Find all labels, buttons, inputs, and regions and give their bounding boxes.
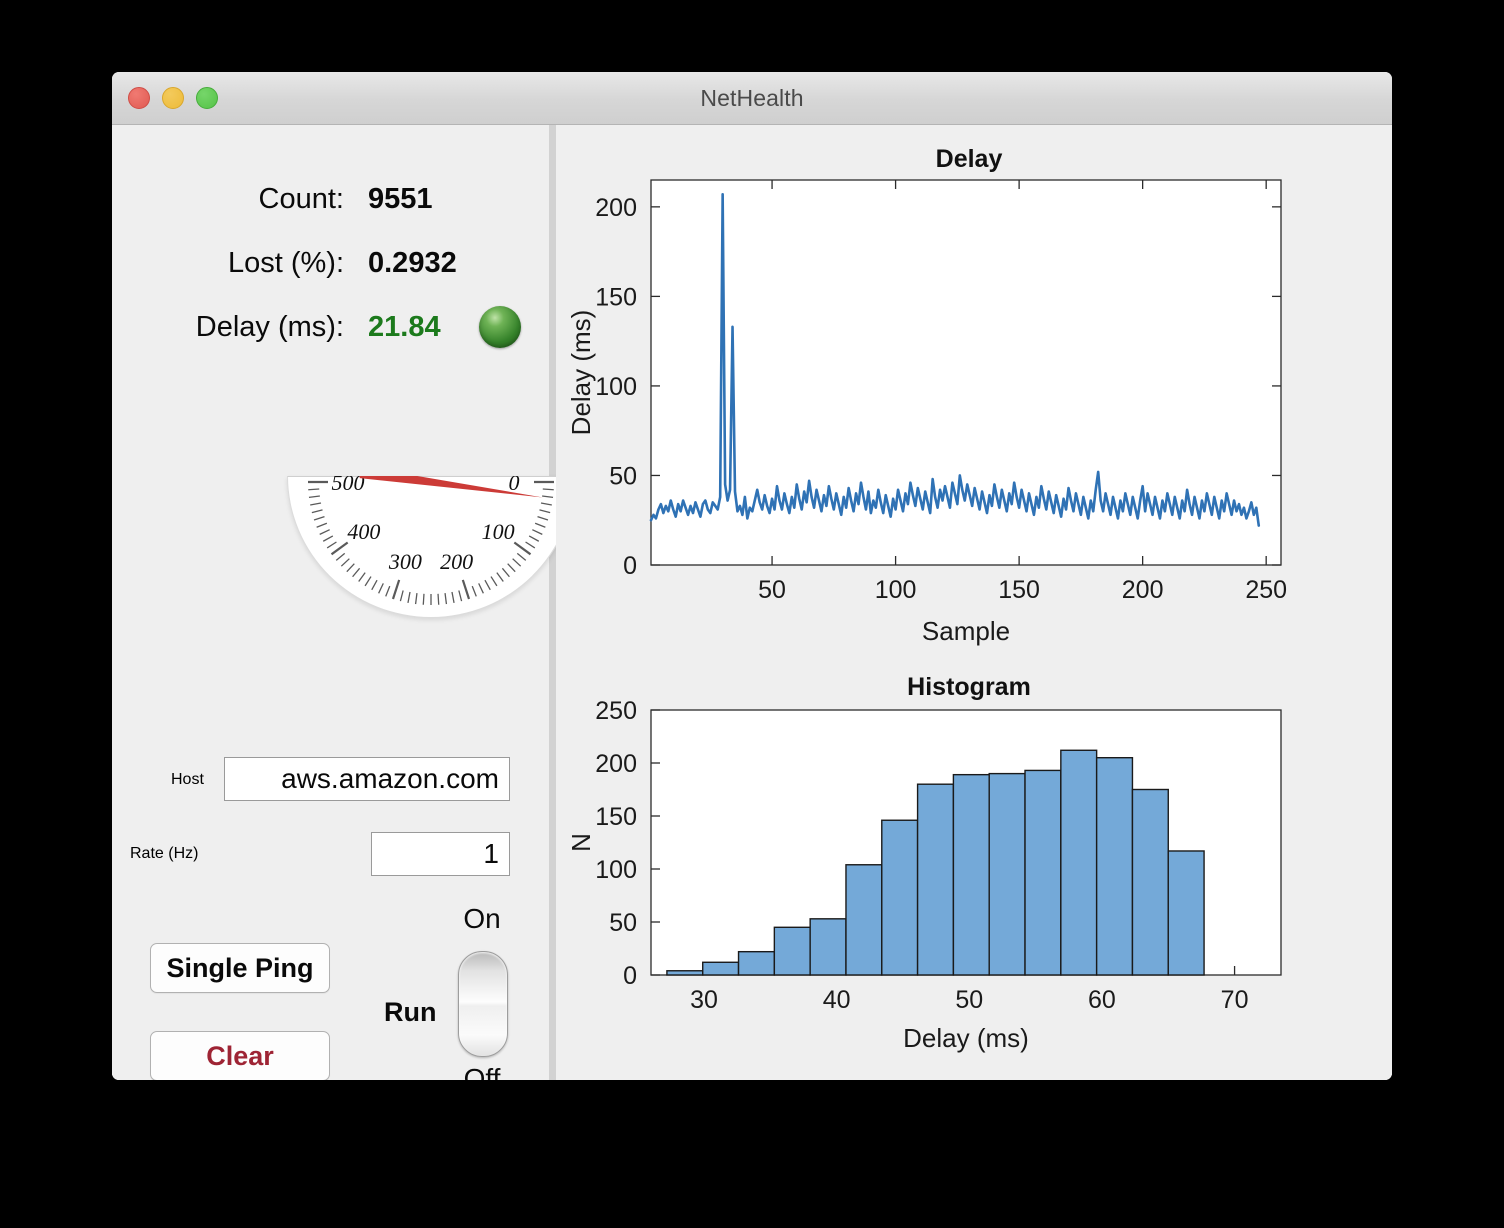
- svg-text:Delay (ms): Delay (ms): [566, 310, 596, 436]
- app-window: NetHealth Count: 9551 Lost (%): 0.2932 D…: [112, 72, 1392, 1080]
- run-toggle-switch[interactable]: [458, 951, 508, 1057]
- histogram-chart-svg: 0 50 100 150 200 250 30 40 50 60 70 Delay (ms) N: [566, 697, 1282, 1053]
- control-panel: Count: 9551 Lost (%): 0.2932 Delay (ms):…: [112, 125, 575, 1080]
- gauge-graphics: 0100200300400500: [308, 476, 554, 605]
- svg-text:100: 100: [482, 519, 515, 544]
- svg-text:Sample: Sample: [922, 616, 1010, 646]
- readout-group: Count: 9551 Lost (%): 0.2932 Delay (ms):…: [112, 167, 549, 359]
- svg-text:0: 0: [623, 962, 637, 990]
- delay-label: Delay (ms):: [195, 310, 344, 343]
- toggle-on-label: On: [463, 903, 501, 934]
- svg-text:50: 50: [609, 909, 637, 937]
- rate-input[interactable]: [371, 832, 510, 876]
- lost-label: Lost (%):: [227, 246, 344, 279]
- window-body: Count: 9551 Lost (%): 0.2932 Delay (ms):…: [112, 125, 1392, 1080]
- rate-label: Rate (Hz): [130, 845, 199, 862]
- svg-text:200: 200: [1122, 576, 1164, 604]
- svg-text:N: N: [566, 833, 596, 852]
- svg-text:250: 250: [1245, 576, 1287, 604]
- count-label: Count:: [258, 182, 344, 215]
- svg-text:100: 100: [875, 576, 917, 604]
- delay-chart-svg: 0 50 100 150 200 50 100 150 200 250 Sample Delay (m…: [566, 179, 1287, 646]
- zoom-button[interactable]: [196, 87, 218, 109]
- svg-text:150: 150: [595, 803, 637, 831]
- run-label: Run: [384, 997, 437, 1027]
- svg-text:0: 0: [623, 552, 637, 580]
- gauge-ticks: [308, 480, 554, 605]
- status-lamp-icon: [478, 306, 521, 348]
- host-label: Host: [171, 771, 204, 788]
- svg-text:200: 200: [595, 194, 637, 222]
- close-button[interactable]: [128, 87, 150, 109]
- single-ping-button[interactable]: Single Ping: [150, 943, 330, 993]
- readout-row-count: Count: 9551: [112, 167, 549, 231]
- title-bar: NetHealth: [112, 72, 1392, 125]
- count-value: 9551: [368, 182, 433, 215]
- clear-button[interactable]: Clear: [150, 1031, 330, 1080]
- svg-text:150: 150: [595, 283, 637, 311]
- delay-value: 21.84: [368, 310, 441, 343]
- svg-text:50: 50: [758, 576, 786, 604]
- plot-panel: Delay 0 50 100 150 200 50 100 150 200 250 Sample De…: [556, 125, 1392, 1080]
- traffic-light-group: [128, 87, 218, 109]
- svg-text:250: 250: [595, 697, 637, 725]
- minimize-button[interactable]: [162, 87, 184, 109]
- delay-gauge: 0 100 200 300 400 500: [287, 476, 575, 618]
- svg-text:300: 300: [388, 549, 422, 574]
- host-input[interactable]: [224, 757, 510, 801]
- svg-text:40: 40: [823, 986, 851, 1014]
- window-title: NetHealth: [700, 84, 804, 111]
- svg-text:60: 60: [1088, 986, 1116, 1014]
- svg-text:500: 500: [332, 476, 365, 495]
- svg-text:400: 400: [347, 519, 380, 544]
- svg-text:100: 100: [595, 373, 637, 401]
- toggle-off-label: Off: [463, 1063, 501, 1080]
- svg-text:200: 200: [440, 549, 473, 574]
- svg-text:Delay (ms): Delay (ms): [903, 1023, 1029, 1053]
- svg-text:50: 50: [609, 462, 637, 490]
- readout-row-delay: Delay (ms): 21.84: [112, 295, 549, 359]
- svg-text:30: 30: [690, 986, 718, 1014]
- svg-text:150: 150: [998, 576, 1040, 604]
- svg-text:100: 100: [595, 856, 637, 884]
- svg-text:200: 200: [595, 750, 637, 778]
- svg-text:50: 50: [955, 986, 983, 1014]
- svg-text:70: 70: [1221, 986, 1249, 1014]
- lost-value: 0.2932: [368, 246, 457, 279]
- histogram-chart: Histogram 0 50 100 150 200 250 30 40 50 60 70 Delay…: [556, 665, 1382, 1065]
- delay-chart: Delay 0 50 100 150 200 50 100 150 200 250 Sample De…: [556, 135, 1382, 665]
- readout-row-lost: Lost (%): 0.2932: [112, 231, 549, 295]
